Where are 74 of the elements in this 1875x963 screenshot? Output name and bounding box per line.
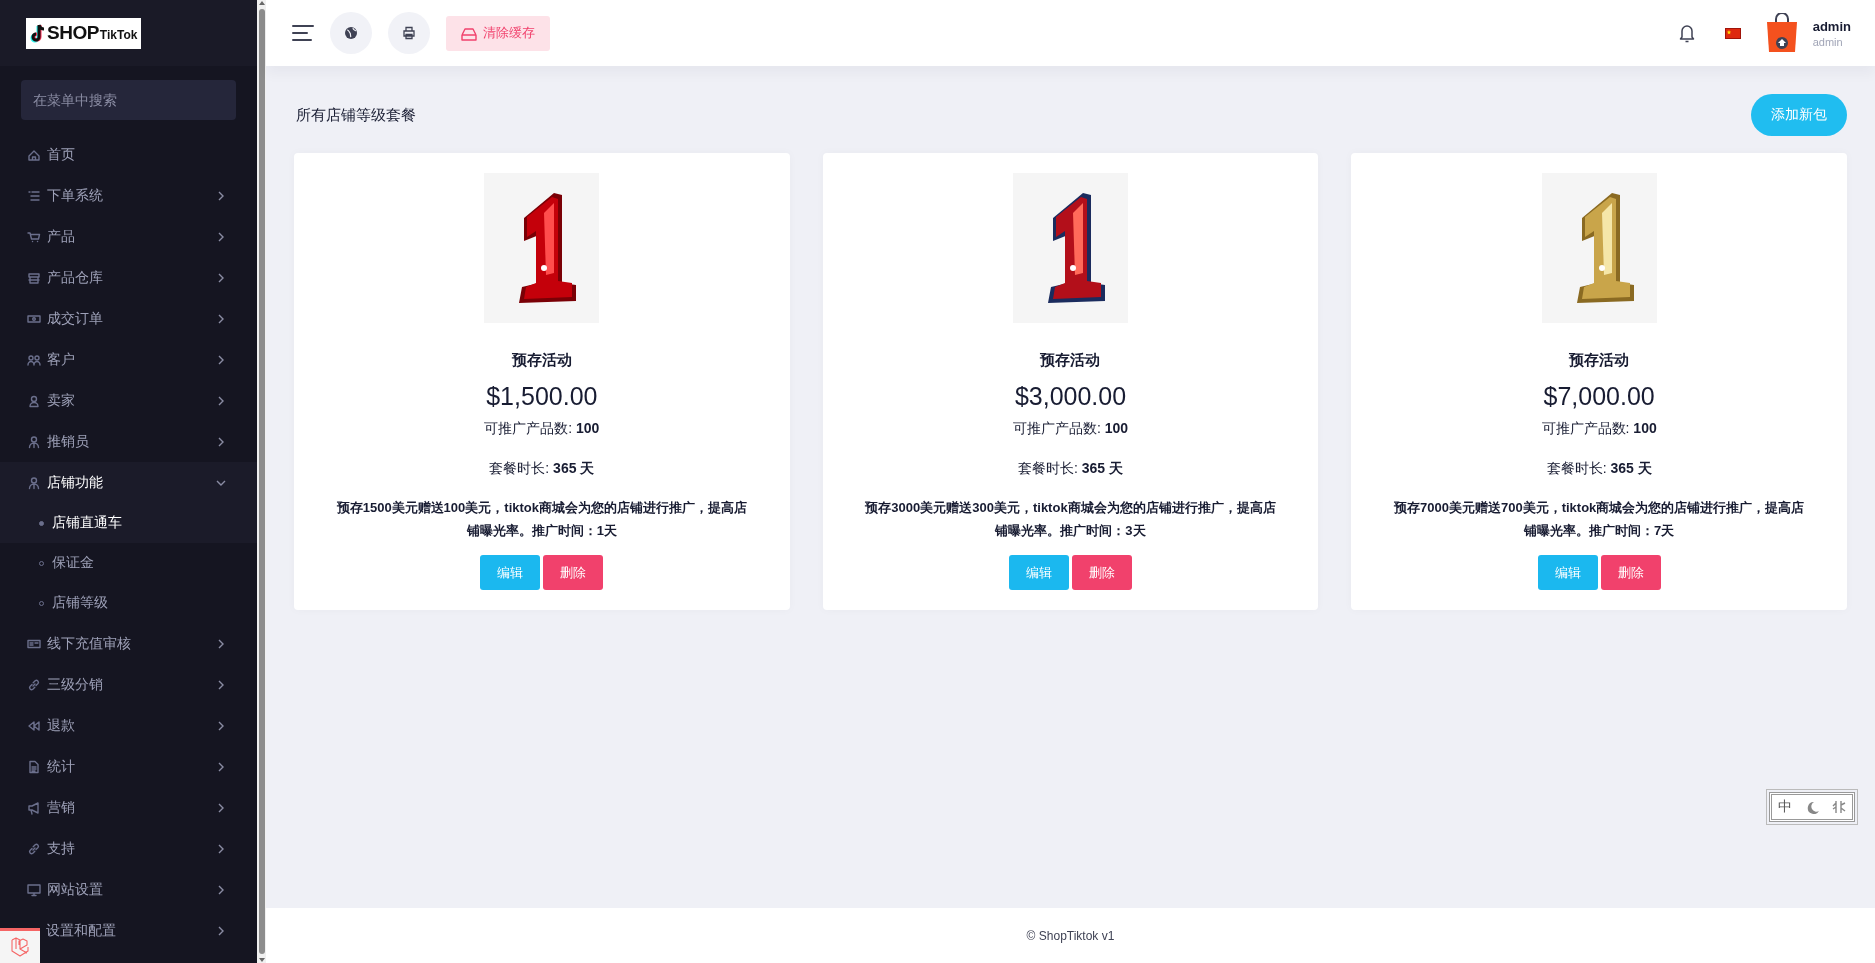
- menu-icon: [292, 23, 314, 43]
- globe-icon: [344, 26, 358, 40]
- printer-icon: [402, 26, 416, 40]
- package-description: 预存1500美元赠送100美元，tiktok商城会为您的店铺进行推广，提高店铺曝光率。推广时间：1天: [335, 499, 748, 540]
- avatar-bag-icon: [1764, 13, 1799, 53]
- menu-item[interactable]: 推销员: [0, 421, 257, 462]
- user-icon: [27, 475, 41, 490]
- delete-button[interactable]: 删除: [543, 555, 604, 590]
- package-title: 预存活动: [1040, 351, 1101, 370]
- archive-icon: [27, 270, 41, 285]
- input-mode[interactable]: 中: [1778, 798, 1793, 816]
- menu-item[interactable]: 客户: [0, 339, 257, 380]
- flag-icon[interactable]: [1724, 27, 1741, 39]
- menu-item[interactable]: 退款: [0, 705, 257, 746]
- product-count: 可推广产品数: 100: [484, 420, 600, 438]
- menu-item[interactable]: 三级分销: [0, 664, 257, 705]
- link-icon: [27, 677, 41, 692]
- page-title: 所有店铺等级套餐: [296, 105, 416, 125]
- menu-search-field[interactable]: 在菜单中搜索: [21, 80, 236, 120]
- scrollbar-thumb[interactable]: [258, 9, 265, 954]
- menu-item[interactable]: 下单系统: [0, 175, 257, 216]
- list-icon: [27, 188, 41, 203]
- delete-button[interactable]: 删除: [1600, 555, 1661, 590]
- submenu-item[interactable]: 保证金: [0, 543, 257, 583]
- package-price: $1,500.00: [486, 382, 598, 411]
- menu-item[interactable]: 卖家: [0, 380, 257, 421]
- package-duration: 套餐时长: 365 天: [1017, 460, 1123, 478]
- package-title: 预存活动: [511, 351, 572, 370]
- footer-text: © ShopTiktok v1: [1026, 928, 1115, 943]
- logo[interactable]: SHOPTikTok: [26, 17, 142, 49]
- moon-icon: [1805, 800, 1819, 814]
- package-title: 预存活动: [1569, 351, 1630, 370]
- music-note-icon: [30, 23, 46, 43]
- megaphone-icon: [27, 800, 41, 815]
- document-icon: [27, 759, 41, 774]
- scroll-down-icon: [257, 957, 266, 963]
- menu-item[interactable]: 网站设置: [0, 869, 257, 910]
- product-count: 可推广产品数: 100: [1541, 420, 1657, 438]
- user-role: admin: [1812, 35, 1844, 48]
- package-duration: 套餐时长: 365 天: [489, 460, 595, 478]
- drive-icon: [461, 25, 477, 41]
- menu-item[interactable]: 产品仓库: [0, 257, 257, 298]
- menu-item[interactable]: 首页: [0, 134, 257, 175]
- rewind-icon: [27, 718, 41, 733]
- menu-item[interactable]: 成交订单: [0, 298, 257, 339]
- link-icon: [27, 841, 41, 856]
- package-duration: 套餐时长: 365 天: [1546, 460, 1652, 478]
- menu-item[interactable]: 支持: [0, 828, 257, 869]
- package-price: $3,000.00: [1014, 382, 1127, 411]
- submenu-item[interactable]: 店铺等级: [0, 583, 257, 623]
- delete-button[interactable]: 删除: [1072, 555, 1132, 590]
- user-icon: [27, 393, 41, 408]
- ime-toolbar[interactable]: 中: [1769, 792, 1855, 822]
- menu-item[interactable]: 店铺功能: [0, 462, 257, 503]
- scroll-up-icon: [257, 0, 266, 6]
- menu-item[interactable]: 营销: [0, 787, 257, 828]
- menu-item[interactable]: 统计: [0, 746, 257, 787]
- submenu-item[interactable]: 店铺直通车: [0, 503, 257, 543]
- users-icon: [27, 352, 41, 367]
- menu-item[interactable]: 线下充值审核: [0, 623, 257, 664]
- monitor-icon: [27, 882, 41, 897]
- user-icon: [27, 434, 41, 449]
- package-price: $7,000.00: [1543, 382, 1655, 411]
- package-description: 预存3000美元赠送300美元，tiktok商城会为您的店铺进行推广，提高店铺曝光率。推广时间：3天: [864, 499, 1277, 540]
- laravel-logo-icon: [10, 936, 30, 958]
- package-description: 预存7000美元赠送700美元，tiktok商城会为您的店铺进行推广，提高店铺曝光率。推广时间：7天: [1393, 499, 1806, 540]
- cart-icon: [27, 229, 41, 244]
- menu-item[interactable]: 产品: [0, 216, 257, 257]
- bell-icon[interactable]: [1678, 23, 1695, 43]
- print-button[interactable]: [388, 12, 430, 54]
- user-name: admin: [1812, 18, 1851, 34]
- product-count: 可推广产品数: 100: [1012, 420, 1129, 438]
- language-button[interactable]: [330, 12, 372, 54]
- menu-item[interactable]: 设置和配置: [40, 910, 257, 951]
